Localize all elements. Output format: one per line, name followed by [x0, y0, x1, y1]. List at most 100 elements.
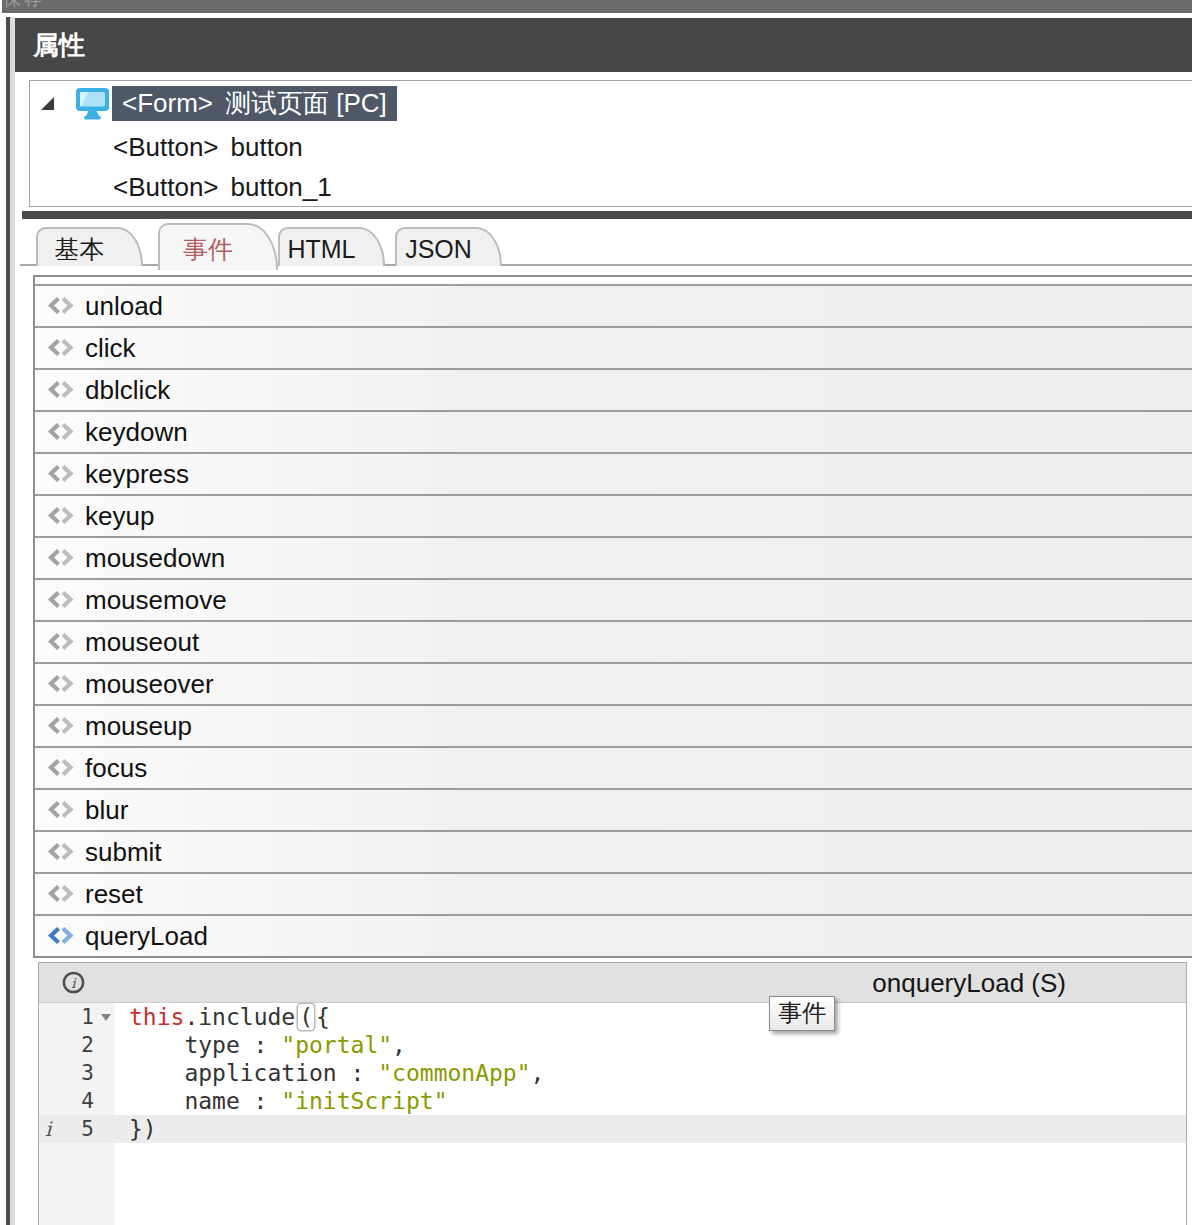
- event-name: mouseout: [85, 627, 199, 658]
- event-row-queryLoad[interactable]: queryLoad: [35, 914, 1192, 956]
- line-number: 2: [39, 1031, 94, 1059]
- event-name: keypress: [85, 459, 189, 490]
- event-row-unload[interactable]: unload: [35, 284, 1192, 326]
- tree-node-button-1[interactable]: <Button> button_1: [30, 167, 1192, 207]
- button1-name: button_1: [231, 172, 332, 202]
- code-brackets-icon: [47, 339, 77, 357]
- event-name: blur: [85, 795, 128, 826]
- code-brackets-icon: [47, 465, 77, 483]
- event-name: keydown: [85, 417, 188, 448]
- code-text: }): [129, 1115, 157, 1143]
- event-name: focus: [85, 753, 147, 784]
- event-row-keyup[interactable]: keyup: [35, 494, 1192, 536]
- event-name: mousemove: [85, 585, 227, 616]
- event-row-mousedown[interactable]: mousedown: [35, 536, 1192, 578]
- tab-bar: 基本 事件 HTML JSON: [20, 222, 1192, 266]
- event-row-keypress[interactable]: keypress: [35, 452, 1192, 494]
- event-name: reset: [85, 879, 143, 910]
- event-row-keydown[interactable]: keydown: [35, 410, 1192, 452]
- code-brackets-icon: [47, 885, 77, 903]
- button-name: button: [231, 132, 303, 162]
- event-row-mouseover[interactable]: mouseover: [35, 662, 1192, 704]
- code-line-4[interactable]: 4 name : "initScript": [39, 1087, 1186, 1115]
- code-text: application : "commonApp",: [129, 1059, 544, 1087]
- tab-事件[interactable]: 事件: [158, 223, 278, 270]
- line-number: 3: [39, 1059, 94, 1087]
- info-icon[interactable]: i: [62, 971, 85, 994]
- event-row-click[interactable]: click: [35, 326, 1192, 368]
- splitter-gutter: [10, 17, 15, 1225]
- event-list: unload click dblclick keydown keypress keyup m…: [33, 275, 1192, 958]
- form-monitor-icon: [75, 87, 110, 120]
- code-brackets-icon: [47, 927, 77, 945]
- code-brackets-icon: [47, 297, 77, 315]
- fold-arrow-icon[interactable]: [101, 1014, 111, 1021]
- event-name: dblclick: [85, 375, 170, 406]
- code-brackets-icon: [47, 801, 77, 819]
- event-row-blur[interactable]: blur: [35, 788, 1192, 830]
- component-tree: <Form> 测试页面 [PC] <Button> button <Button> b…: [29, 80, 1192, 207]
- code-brackets-icon: [47, 549, 77, 567]
- panel-header: 属性: [15, 18, 1192, 72]
- form-name: 测试页面 [PC]: [225, 88, 387, 118]
- event-row-mousemove[interactable]: mousemove: [35, 578, 1192, 620]
- tab-基本[interactable]: 基本: [36, 227, 143, 266]
- event-name: unload: [85, 291, 163, 322]
- tab-label: HTML: [287, 235, 355, 263]
- code-line-1[interactable]: 1 this.include({: [39, 1003, 1186, 1031]
- event-tooltip: 事件: [769, 996, 835, 1031]
- clipped-top-text: 保存: [3, 0, 45, 11]
- code-brackets-icon: [47, 843, 77, 861]
- tab-label: 事件: [183, 235, 233, 263]
- code-line-5[interactable]: i5}): [39, 1115, 1186, 1143]
- code-editor-body[interactable]: 1this.include({2 type : "portal",3 appli…: [39, 1003, 1186, 1225]
- properties-panel: 保存 属性 <Form> 测试页面 [PC] <Button> button <Bu…: [0, 0, 1192, 1225]
- event-name: mouseover: [85, 669, 214, 700]
- event-name: mousedown: [85, 543, 225, 574]
- event-name: mouseup: [85, 711, 192, 742]
- event-name: queryLoad: [85, 921, 208, 952]
- tab-HTML[interactable]: HTML: [278, 227, 385, 266]
- event-row-reset[interactable]: reset: [35, 872, 1192, 914]
- code-text: type : "portal",: [129, 1031, 406, 1059]
- event-row-submit[interactable]: submit: [35, 830, 1192, 872]
- button-tag: <Button>: [113, 132, 219, 162]
- event-row-mouseout[interactable]: mouseout: [35, 620, 1192, 662]
- tree-node-form-selected[interactable]: <Form> 测试页面 [PC]: [112, 86, 397, 121]
- section-divider: [22, 211, 1192, 219]
- code-editor-header: i onqueryLoad (S): [39, 963, 1186, 1003]
- event-name: submit: [85, 837, 162, 868]
- expand-triangle-icon[interactable]: [41, 97, 54, 110]
- code-brackets-icon: [47, 381, 77, 399]
- form-tag: <Form>: [122, 88, 213, 118]
- top-window-bar: 保存: [2, 0, 1192, 13]
- event-row-dblclick[interactable]: dblclick: [35, 368, 1192, 410]
- tab-label: 基本: [55, 235, 105, 263]
- tab-JSON[interactable]: JSON: [395, 227, 502, 266]
- code-text: name : "initScript": [129, 1087, 448, 1115]
- code-brackets-icon: [47, 507, 77, 525]
- panel-title: 属性: [15, 18, 1192, 72]
- line-number: 4: [39, 1087, 94, 1115]
- code-line-2[interactable]: 2 type : "portal",: [39, 1031, 1186, 1059]
- button1-tag: <Button>: [113, 172, 219, 202]
- line-number: 1: [39, 1003, 94, 1031]
- event-row-focus[interactable]: focus: [35, 746, 1192, 788]
- code-brackets-icon: [47, 591, 77, 609]
- tab-label: JSON: [405, 235, 472, 263]
- code-brackets-icon: [47, 717, 77, 735]
- svg-text:i: i: [71, 976, 77, 991]
- code-brackets-icon: [47, 633, 77, 651]
- code-brackets-icon: [47, 759, 77, 777]
- event-name: click: [85, 333, 136, 364]
- handler-title: onqueryLoad (S): [872, 963, 1066, 1003]
- event-row-mouseup[interactable]: mouseup: [35, 704, 1192, 746]
- code-brackets-icon: [47, 675, 77, 693]
- code-brackets-icon: [47, 423, 77, 441]
- code-line-3[interactable]: 3 application : "commonApp",: [39, 1059, 1186, 1087]
- code-text: this.include({: [129, 1003, 330, 1031]
- line-number: 5: [39, 1115, 94, 1143]
- code-editor-panel: i onqueryLoad (S) 1this.include({2 type …: [38, 962, 1187, 1225]
- event-name: keyup: [85, 501, 154, 532]
- tree-node-button[interactable]: <Button> button: [30, 127, 1192, 167]
